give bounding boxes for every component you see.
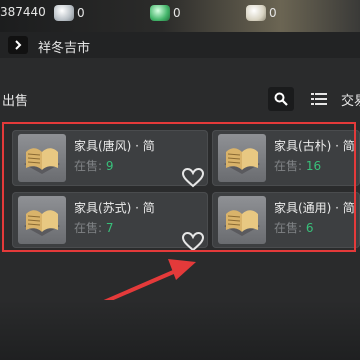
resource-jade: 0	[150, 5, 181, 21]
gold-ingot-icon	[246, 5, 266, 21]
resource-silver: 387440	[0, 5, 46, 19]
sell-section-label: 出售	[2, 94, 29, 109]
background-panel	[0, 300, 360, 360]
search-button[interactable]	[268, 87, 294, 111]
search-icon	[274, 92, 288, 106]
silver-ingot-icon	[54, 5, 74, 21]
resource-silver-ingot: 0	[54, 5, 85, 21]
list-icon	[311, 93, 327, 105]
jade-coin-icon	[150, 5, 170, 21]
resource-value: 0	[77, 6, 85, 20]
resource-value: 387440	[0, 5, 46, 19]
list-view-button[interactable]	[306, 87, 332, 111]
chevron-right-icon	[15, 40, 22, 50]
highlight-box	[2, 122, 356, 252]
expand-button[interactable]	[8, 36, 28, 54]
resource-gold: 0	[246, 5, 277, 21]
market-name: 祥冬吉市	[38, 41, 91, 56]
resource-value: 0	[269, 6, 277, 20]
trade-tab[interactable]: 交易	[341, 90, 360, 109]
resource-value: 0	[173, 6, 181, 20]
